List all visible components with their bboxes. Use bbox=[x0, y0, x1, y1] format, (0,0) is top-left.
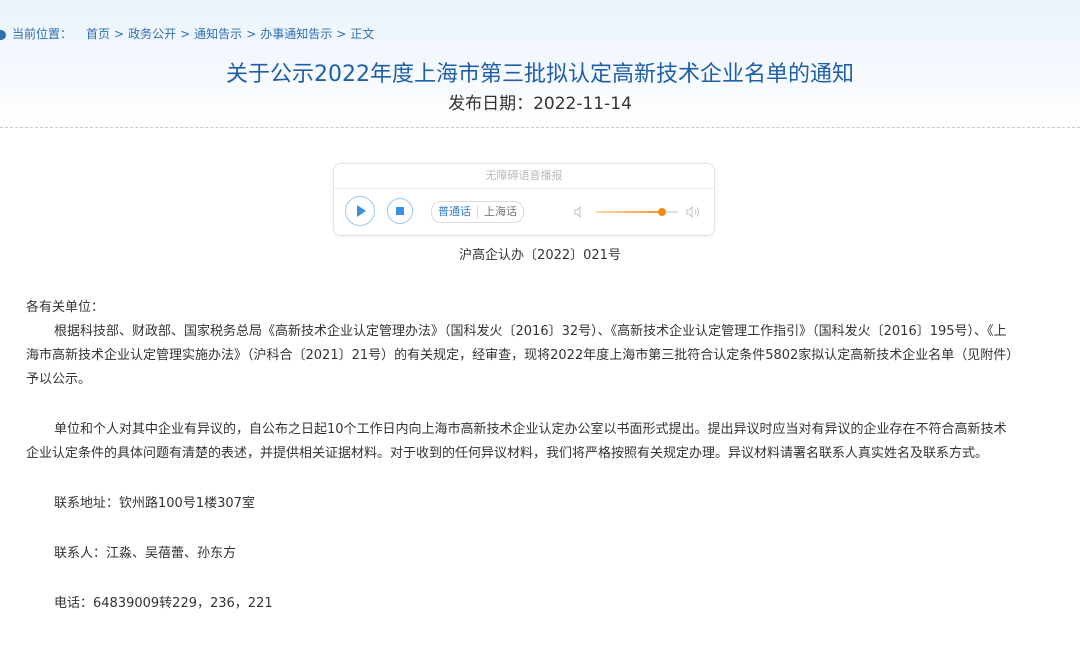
volume-slider-thumb[interactable] bbox=[657, 208, 666, 216]
publish-date: 发布日期：2022-11-14 bbox=[448, 94, 632, 114]
header-divider bbox=[0, 127, 1080, 128]
volume-low-icon[interactable] bbox=[574, 206, 584, 218]
stop-button[interactable] bbox=[387, 198, 413, 224]
volume-slider-fill bbox=[596, 211, 662, 213]
player-title: 无障碍语音播报 bbox=[334, 164, 714, 189]
breadcrumb-current[interactable]: 正文 bbox=[350, 27, 374, 41]
language-shanghainese-button[interactable]: 上海话 bbox=[478, 202, 523, 222]
breadcrumb-label: 当前位置： bbox=[12, 27, 73, 41]
volume-slider[interactable] bbox=[596, 208, 678, 216]
contact-persons: 联系人：江淼、吴蓓蕾、孙东方 bbox=[54, 546, 237, 561]
audio-player: 无障碍语音播报 普通话 上海话 bbox=[333, 163, 715, 236]
breadcrumb-separator: > bbox=[180, 27, 191, 41]
breadcrumb-notices[interactable]: 通知告示 bbox=[194, 27, 242, 41]
document-number: 沪高企认办〔2022〕021号 bbox=[459, 248, 621, 263]
salutation: 各有关单位： bbox=[26, 300, 105, 315]
volume-high-icon[interactable] bbox=[686, 205, 702, 219]
stop-icon bbox=[396, 207, 404, 215]
breadcrumb-gov-affairs[interactable]: 政务公开 bbox=[128, 27, 176, 41]
breadcrumb-service-notices[interactable]: 办事通知告示 bbox=[260, 27, 332, 41]
paragraph: 根据科技部、财政部、国家税务总局《高新技术企业认定管理办法》（国科发火〔2016… bbox=[26, 324, 1013, 387]
breadcrumb-home[interactable]: 首页 bbox=[86, 27, 110, 41]
contact-address: 联系地址：钦州路100号1楼307室 bbox=[54, 496, 255, 511]
page-title: 关于公示2022年度上海市第三批拟认定高新技术企业名单的通知 bbox=[226, 62, 854, 87]
breadcrumb-separator: > bbox=[246, 27, 257, 41]
breadcrumb-separator: > bbox=[114, 27, 125, 41]
breadcrumb: 当前位置： 首页 > 政务公开 > 通知告示 > 办事通知告示 > 正文 bbox=[0, 25, 374, 43]
breadcrumb-separator: > bbox=[336, 27, 347, 41]
paragraph: 单位和个人对其中企业有异议的，自公布之日起10个工作日内向上海市高新技术企业认定… bbox=[26, 422, 1007, 461]
location-pin-icon bbox=[0, 29, 6, 40]
play-button[interactable] bbox=[345, 196, 375, 226]
contact-phone: 电话：64839009转229，236，221 bbox=[54, 596, 273, 611]
article-body: 各有关单位： 根据科技部、财政部、国家税务总局《高新技术企业认定管理办法》（国科… bbox=[26, 296, 1016, 616]
language-switch: 普通话 上海话 bbox=[431, 201, 524, 223]
play-icon bbox=[357, 205, 366, 217]
language-mandarin-button[interactable]: 普通话 bbox=[432, 202, 477, 222]
